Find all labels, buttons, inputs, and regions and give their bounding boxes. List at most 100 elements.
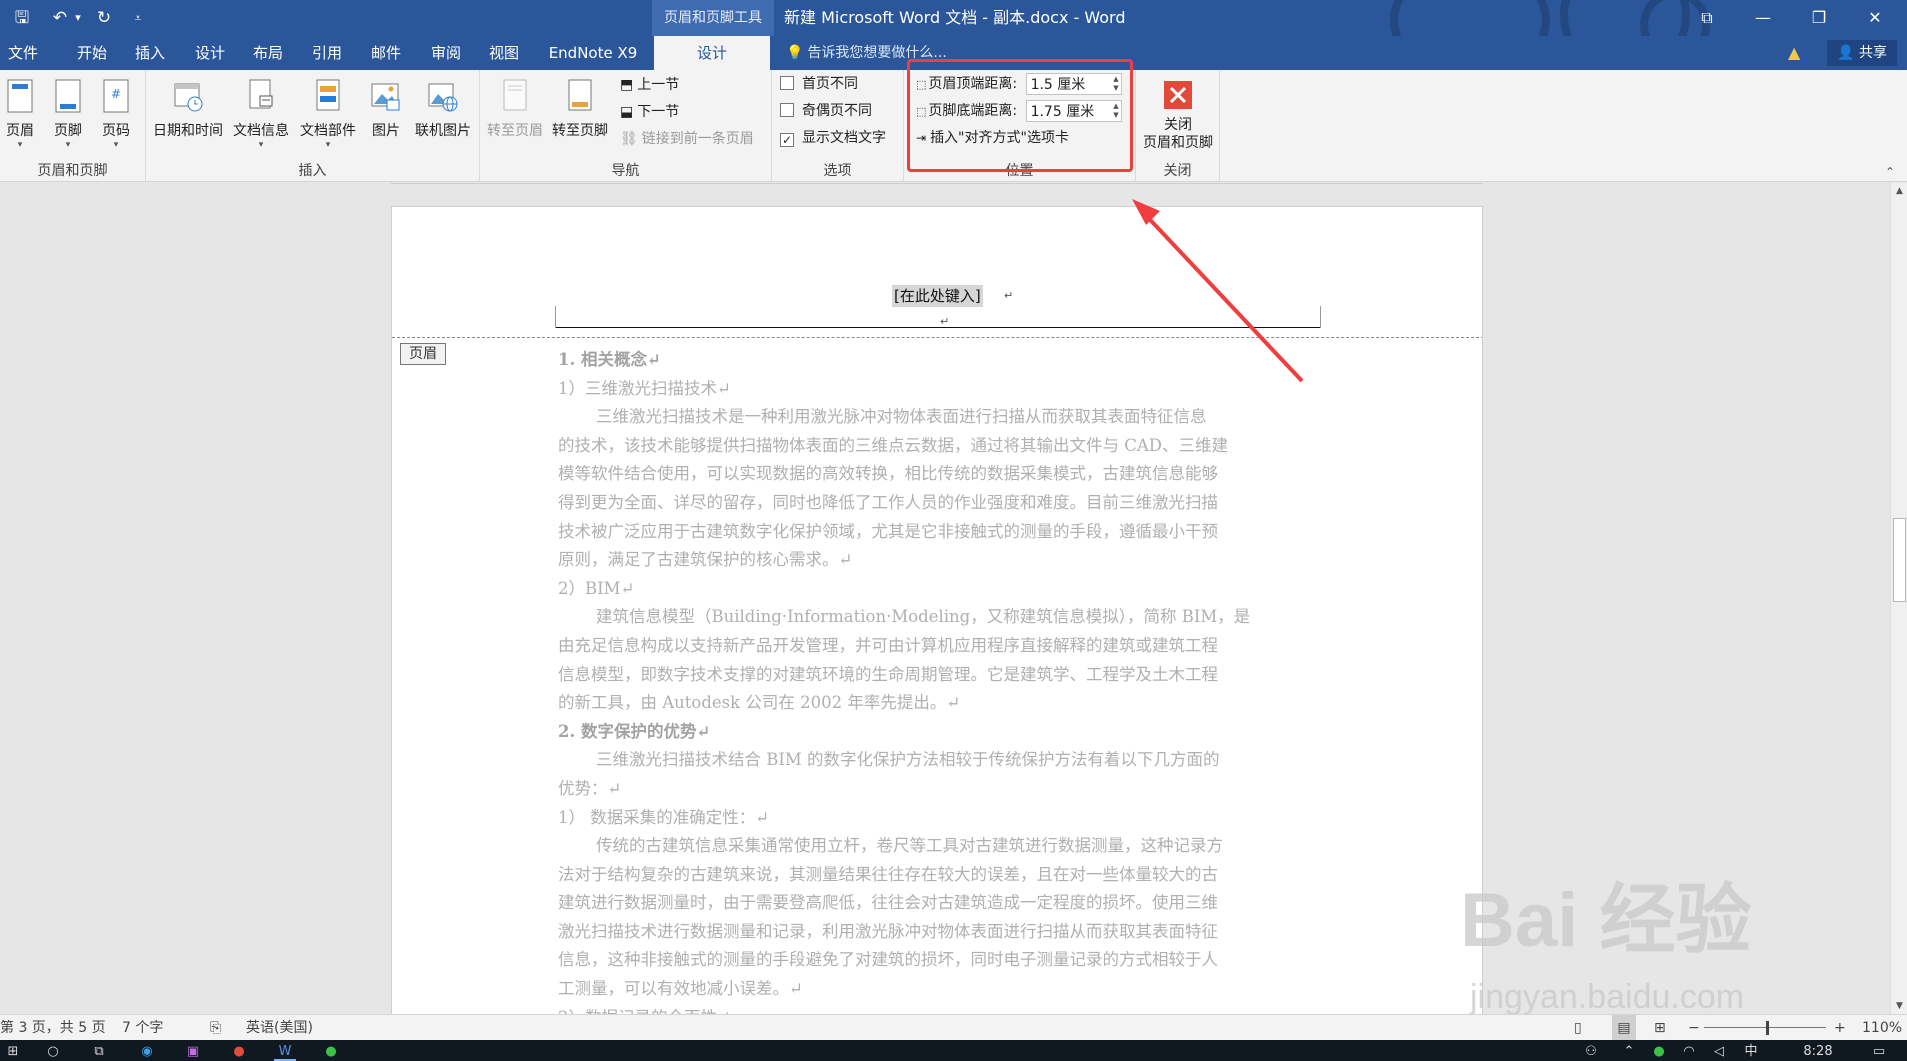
tab-references[interactable]: 引用 bbox=[303, 36, 351, 70]
tab-insert[interactable]: 插入 bbox=[126, 36, 174, 70]
group-options: 首页不同 奇偶页不同 ✓ 显示文档文字 选项 bbox=[772, 70, 904, 182]
tab-view[interactable]: 视图 bbox=[480, 36, 528, 70]
section-heading: 2. 数字保护的优势↵ bbox=[558, 721, 711, 741]
body-paragraph: 激光扫描技术进行数据测量和记录，利用激光脉冲对物体表面进行扫描从而获取其表面特征 bbox=[558, 921, 1218, 941]
chevron-down-icon: ▾ bbox=[17, 140, 23, 150]
go-to-footer-button[interactable]: 转至页脚 bbox=[548, 74, 612, 158]
picture-icon bbox=[371, 78, 401, 114]
premiere-icon[interactable]: ▣ bbox=[182, 1042, 204, 1061]
svg-text:#: # bbox=[111, 87, 121, 101]
scroll-up-icon[interactable]: ▲ bbox=[1891, 183, 1907, 199]
highlight-annotation bbox=[907, 59, 1133, 172]
checkmark-icon: ✓ bbox=[780, 133, 794, 147]
show-document-text-checkbox[interactable]: ✓ 显示文档文字 bbox=[780, 127, 886, 149]
web-layout-icon[interactable]: ⊞ bbox=[1654, 1015, 1666, 1041]
language[interactable]: 英语(美国) bbox=[246, 1015, 313, 1041]
share-button[interactable]: 👤 共享 bbox=[1827, 40, 1897, 66]
document-info-button[interactable]: 文档信息 ▾ bbox=[230, 74, 292, 158]
different-odd-even-checkbox[interactable]: 奇偶页不同 bbox=[780, 100, 872, 122]
go-to-header-icon bbox=[500, 78, 530, 114]
pictures-button[interactable]: 图片 bbox=[364, 74, 408, 158]
next-section-button[interactable]: ⬓ 下一节 bbox=[620, 101, 679, 123]
undo-icon[interactable]: ↶ bbox=[48, 6, 72, 30]
paragraph-mark: ↵ bbox=[1004, 289, 1014, 302]
body-paragraph: 的技术，该技术能够提供扫描物体表面的三维点云数据，通过将其输出文件与 CAD、三… bbox=[558, 435, 1229, 455]
undo-dropdown-icon[interactable]: ▾ bbox=[72, 6, 84, 30]
zoom-level[interactable]: 110% bbox=[1862, 1015, 1902, 1041]
notification-icon[interactable]: ▭ bbox=[1868, 1042, 1890, 1061]
tray-app-icon[interactable]: ● bbox=[1648, 1042, 1670, 1061]
zoom-thumb[interactable] bbox=[1766, 1021, 1769, 1035]
group-navigation: 转至页眉 转至页脚 ⬒ 上一节 ⬓ 下一节 ⛓ 链接到前一条页眉 导航 bbox=[480, 70, 772, 182]
go-to-header-button[interactable]: 转至页眉 bbox=[484, 74, 546, 158]
word-count[interactable]: 7 个字 bbox=[122, 1015, 163, 1041]
search-icon[interactable]: ○ bbox=[42, 1042, 64, 1061]
word-app-icon[interactable]: W bbox=[274, 1042, 296, 1061]
proofing-icon[interactable]: ⎘ bbox=[210, 1015, 221, 1041]
checkbox-icon bbox=[780, 103, 794, 117]
body-paragraph: 2）BIM↵ bbox=[558, 578, 635, 598]
vertical-scrollbar[interactable]: ▲ ▼ bbox=[1890, 183, 1907, 1014]
page-number-button[interactable]: # 页码 ▾ bbox=[96, 74, 136, 158]
zoom-out-button[interactable]: − bbox=[1688, 1015, 1700, 1041]
volume-icon[interactable]: ◁ bbox=[1708, 1042, 1730, 1061]
tab-endnote[interactable]: EndNote X9 bbox=[540, 36, 646, 70]
tab-layout[interactable]: 布局 bbox=[244, 36, 292, 70]
ime-icon[interactable]: 中 bbox=[1740, 1042, 1762, 1061]
scroll-thumb[interactable] bbox=[1893, 518, 1906, 602]
body-paragraph: 原则，满足了古建筑保护的核心需求。↵ bbox=[558, 550, 853, 570]
close-window-button[interactable]: ✕ bbox=[1852, 0, 1898, 36]
warning-icon[interactable]: ▲ bbox=[1788, 44, 1806, 62]
link-to-previous-button[interactable]: ⛓ 链接到前一条页眉 bbox=[620, 128, 754, 150]
collapse-ribbon-icon[interactable]: ⌃ bbox=[1885, 165, 1895, 179]
body-text[interactable]: 1. 相关概念↵ 1）三维激光扫描技术↵ 三维激光扫描技术是一种利用激光脉冲对物体表… bbox=[558, 346, 1322, 1014]
tab-home[interactable]: 开始 bbox=[68, 36, 116, 70]
wechat-icon[interactable]: ● bbox=[320, 1042, 342, 1061]
zoom-in-button[interactable]: + bbox=[1834, 1015, 1846, 1041]
page-info[interactable]: 第 3 页，共 5 页 bbox=[0, 1015, 106, 1041]
customize-toolbar-icon[interactable]: ⩡ bbox=[130, 6, 146, 30]
body-paragraph: 技术被广泛应用于古建筑数字化保护领域，尤其是它非接触式的测量的手段，遵循最小干预 bbox=[558, 521, 1218, 541]
body-paragraph: 信息模型，即数字技术支撑的对建筑环境的生命周期管理。它是建筑学、工程学及土木工程 bbox=[558, 664, 1218, 684]
clock[interactable]: 8:28 bbox=[1796, 1042, 1840, 1061]
header-placeholder[interactable]: [在此处键入] bbox=[892, 285, 983, 307]
close-header-footer-button[interactable]: 关闭 页眉和页脚 bbox=[1140, 74, 1216, 158]
header-tag: 页眉 bbox=[400, 343, 446, 365]
task-view-icon[interactable]: ⧉ bbox=[88, 1042, 110, 1061]
tab-design[interactable]: 设计 bbox=[186, 36, 234, 70]
previous-section-button[interactable]: ⬒ 上一节 bbox=[620, 74, 679, 96]
date-time-button[interactable]: 日期和时间 bbox=[150, 74, 226, 158]
body-paragraph: 优势：↵ bbox=[558, 778, 622, 798]
windows-start-icon[interactable]: ⊞ bbox=[2, 1042, 24, 1061]
header-icon bbox=[5, 78, 35, 114]
tray-chevron-icon[interactable]: ⌃ bbox=[1618, 1042, 1640, 1061]
tab-mailings[interactable]: 邮件 bbox=[362, 36, 410, 70]
scroll-down-icon[interactable]: ▼ bbox=[1891, 998, 1907, 1014]
ribbon-display-icon[interactable]: ⧉ bbox=[1684, 0, 1730, 36]
people-icon[interactable]: ⚇ bbox=[1580, 1042, 1602, 1061]
read-mode-icon[interactable]: ▯ bbox=[1574, 1015, 1582, 1041]
tab-review[interactable]: 审阅 bbox=[422, 36, 470, 70]
restore-button[interactable]: ❐ bbox=[1796, 0, 1842, 36]
header-button[interactable]: 页眉 ▾ bbox=[0, 74, 40, 158]
online-pictures-button[interactable]: 联机图片 bbox=[410, 74, 476, 158]
go-to-footer-icon bbox=[565, 78, 595, 114]
document-title: 新建 Microsoft Word 文档 - 副本.docx - Word bbox=[784, 8, 1126, 27]
body-paragraph: 信息，这种非接触式的测量的手段避免了对建筑的损坏，同时电子测量记录的方式相较于人 bbox=[558, 950, 1218, 970]
minimize-button[interactable]: — bbox=[1740, 0, 1786, 36]
print-layout-icon[interactable]: ▤ bbox=[1612, 1015, 1636, 1041]
tab-file[interactable]: 文件 bbox=[0, 36, 46, 70]
quick-parts-button[interactable]: 文档部件 ▾ bbox=[296, 74, 360, 158]
chrome-icon[interactable]: ● bbox=[228, 1042, 250, 1061]
body-paragraph: 三维激光扫描技术结合 BIM 的数字化保护方法相较于传统保护方法有着以下几方面的 bbox=[596, 750, 1220, 770]
browser-icon[interactable]: ◉ bbox=[136, 1042, 158, 1061]
wifi-icon[interactable]: ◠ bbox=[1678, 1042, 1700, 1061]
footer-button[interactable]: 页脚 ▾ bbox=[48, 74, 88, 158]
calendar-icon bbox=[173, 78, 203, 114]
save-icon[interactable]: 🖫 bbox=[10, 6, 34, 30]
taskbar: ⊞ ○ ⧉ ◉ ▣ ● W ● ⚇ ⌃ ● ◠ ◁ 中 8:28 ▭ bbox=[0, 1040, 1907, 1061]
zoom-slider[interactable] bbox=[1704, 1015, 1826, 1041]
redo-icon[interactable]: ↻ bbox=[92, 6, 116, 30]
tab-header-footer-design[interactable]: 设计 bbox=[654, 36, 770, 70]
different-first-page-checkbox[interactable]: 首页不同 bbox=[780, 73, 858, 95]
